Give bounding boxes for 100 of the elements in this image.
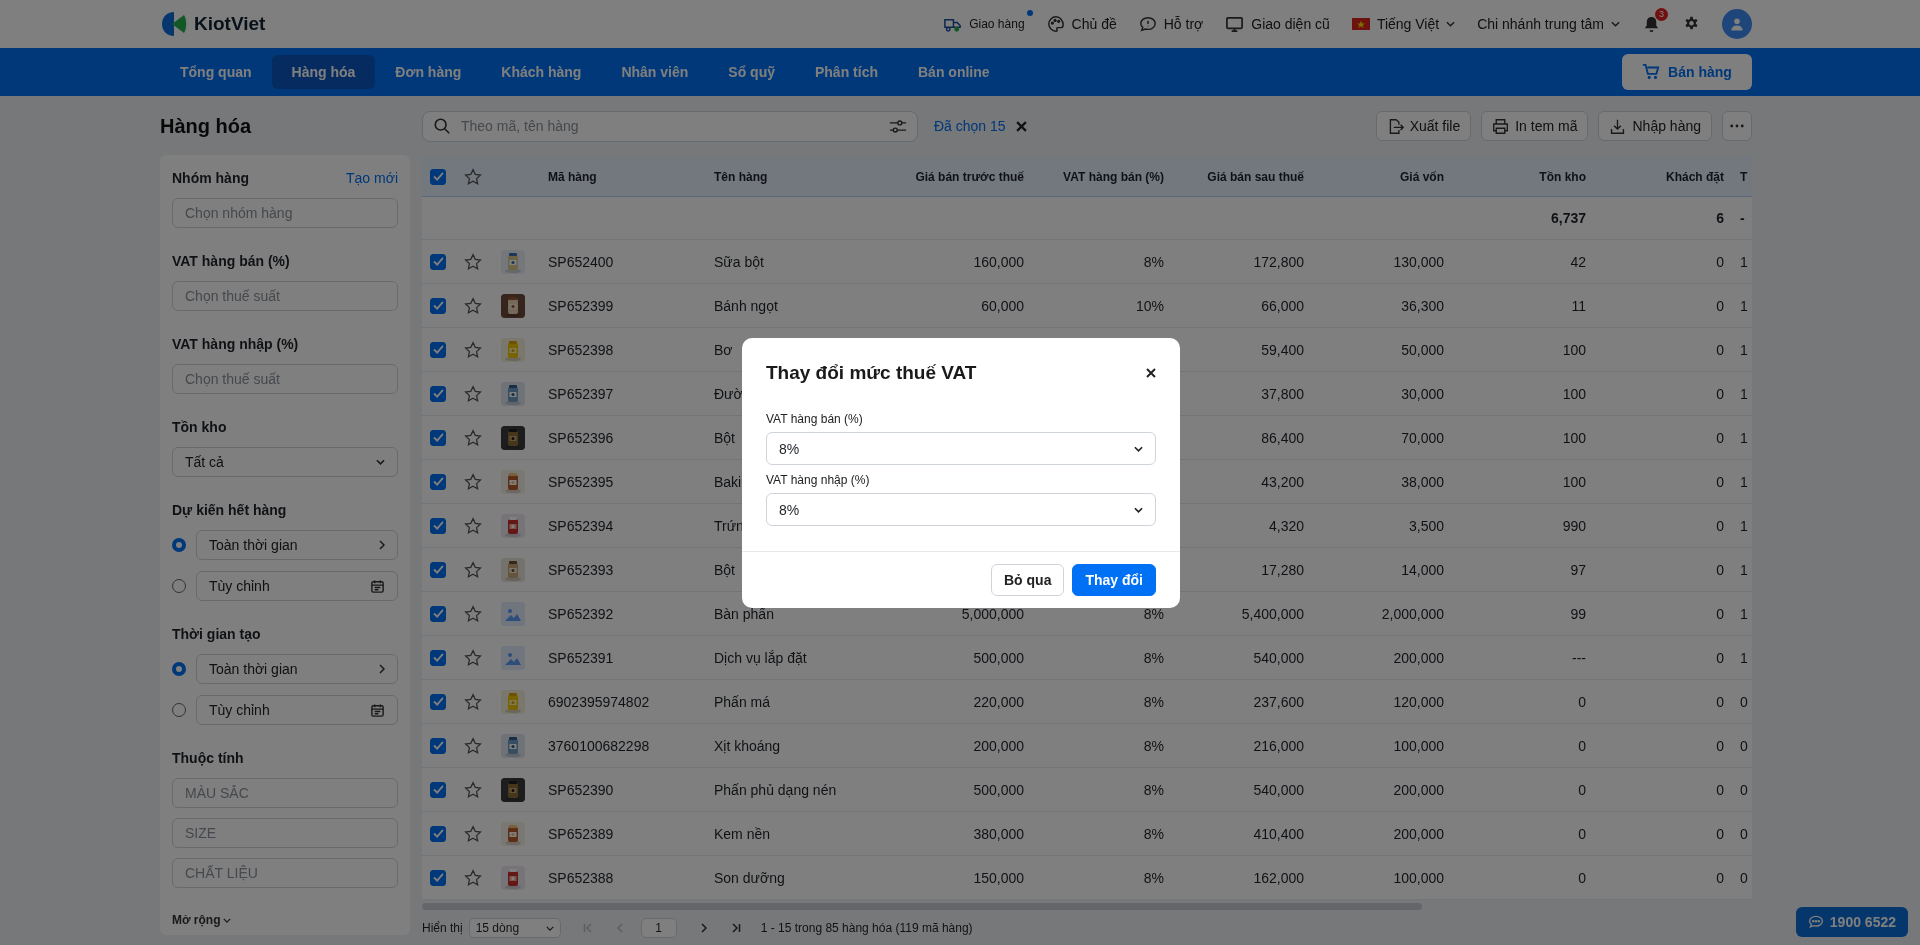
product-code: SP652388 <box>548 869 614 886</box>
search-input[interactable]: Theo mã, tên hàng <box>459 117 881 135</box>
star-icon[interactable] <box>464 692 482 711</box>
download-icon <box>1609 117 1627 135</box>
row-checkbox[interactable] <box>430 561 446 578</box>
nav-tab[interactable]: Đơn hàng <box>375 55 482 89</box>
star-icon[interactable] <box>464 780 482 799</box>
attribute-field[interactable]: SIZE <box>172 818 398 848</box>
dropdown[interactable]: Tất cả <box>172 447 398 477</box>
column-header[interactable]: Tồn kho <box>1450 169 1592 184</box>
column-header[interactable]: Tên hàng <box>705 169 870 184</box>
column-header[interactable]: Mã hàng <box>536 169 705 184</box>
radio-button[interactable] <box>172 579 186 593</box>
toolbar-button[interactable]: In tem mã <box>1481 111 1589 141</box>
cancel-button[interactable]: Bỏ qua <box>991 564 1065 596</box>
toolbar-button[interactable]: Xuất file <box>1375 111 1472 141</box>
avatar[interactable] <box>1722 9 1752 39</box>
row-checkbox[interactable] <box>430 429 446 446</box>
attribute-field[interactable]: CHẤT LIỆU <box>172 858 398 888</box>
first-page-icon[interactable] <box>582 923 593 933</box>
header-link[interactable]: Hỗ trợ <box>1138 15 1204 33</box>
table-cell: 0 <box>1740 825 1748 842</box>
sell-button[interactable]: Bán hàng <box>1622 54 1752 90</box>
header-link[interactable]: Giao hàng <box>943 14 1025 34</box>
star-icon[interactable] <box>464 648 482 667</box>
search-field[interactable]: Theo mã, tên hàng <box>422 110 918 142</box>
date-range-option[interactable]: Toàn thời gian <box>196 654 398 684</box>
star-icon[interactable] <box>464 736 482 755</box>
star-icon[interactable] <box>464 868 482 887</box>
row-checkbox[interactable] <box>430 869 446 886</box>
table-cell: 8% <box>1143 737 1164 754</box>
column-header[interactable]: Giá bán sau thuế <box>1170 169 1310 184</box>
header-link[interactable]: Giao diện cũ <box>1225 14 1330 34</box>
create-link[interactable]: Tạo mới <box>346 170 398 186</box>
date-range-option[interactable]: Toàn thời gian <box>196 530 398 560</box>
date-range-option[interactable]: Tùy chỉnh <box>196 695 398 725</box>
last-page-icon[interactable] <box>730 923 741 933</box>
nav-tab[interactable]: Sổ quỹ <box>708 55 795 89</box>
nav-tab[interactable]: Bán online <box>898 55 1010 89</box>
row-checkbox[interactable] <box>430 781 446 798</box>
row-checkbox[interactable] <box>430 253 446 270</box>
column-header[interactable]: Khách đặt <box>1592 169 1730 184</box>
select-field[interactable]: Chọn thuế suất <box>172 364 398 394</box>
row-checkbox[interactable] <box>430 517 446 534</box>
confirm-button[interactable]: Thay đổi <box>1072 564 1156 596</box>
nav-tab[interactable]: Phân tích <box>795 55 898 89</box>
star-icon[interactable] <box>464 340 482 359</box>
column-header[interactable]: VAT hàng bán (%) <box>1030 169 1170 184</box>
close-icon[interactable] <box>1146 368 1156 378</box>
attribute-field[interactable]: MÀU SẮC <box>172 778 398 808</box>
nav-tab[interactable]: Tổng quan <box>160 55 272 89</box>
expand-link[interactable]: Mở rộng <box>172 913 231 927</box>
star-icon[interactable] <box>464 604 482 623</box>
page-number-field[interactable]: 1 <box>640 918 677 938</box>
star-icon[interactable] <box>464 560 482 579</box>
row-checkbox[interactable] <box>430 825 446 842</box>
row-checkbox[interactable] <box>430 737 446 754</box>
row-checkbox[interactable] <box>430 649 446 666</box>
select-all-checkbox[interactable] <box>430 168 446 185</box>
star-icon[interactable] <box>464 824 482 843</box>
previous-page-icon[interactable] <box>614 923 625 933</box>
star-icon[interactable] <box>464 252 482 271</box>
select-field[interactable]: Chọn nhóm hàng <box>172 198 398 228</box>
nav-tab[interactable]: Khách hàng <box>481 55 602 89</box>
more-button[interactable] <box>1722 111 1752 141</box>
star-icon[interactable] <box>464 472 482 491</box>
star-icon[interactable] <box>464 516 482 535</box>
radio-button[interactable] <box>172 662 186 676</box>
radio-button[interactable] <box>172 538 186 552</box>
select-field[interactable]: 8% <box>766 493 1156 526</box>
nav-tab[interactable]: Hàng hóa <box>271 55 376 89</box>
row-checkbox[interactable] <box>430 693 446 710</box>
row-checkbox[interactable] <box>430 341 446 358</box>
select-field[interactable]: Chọn thuế suất <box>172 281 398 311</box>
row-checkbox[interactable] <box>430 473 446 490</box>
row-checkbox[interactable] <box>430 605 446 622</box>
next-page-icon[interactable] <box>698 923 709 933</box>
page-size-dropdown[interactable]: 15 dòng <box>468 918 561 938</box>
star-icon[interactable] <box>464 296 482 315</box>
star-icon[interactable] <box>464 428 482 447</box>
radio-button[interactable] <box>172 703 186 717</box>
table-cell: 1 <box>1740 341 1748 358</box>
star-icon[interactable] <box>464 167 482 186</box>
column-header[interactable]: Giá vốn <box>1310 169 1450 184</box>
hotline-button[interactable]: 1900 6522 <box>1795 907 1908 937</box>
header-link[interactable]: Chủ đề <box>1046 15 1117 33</box>
column-header[interactable]: Giá bán trước thuế <box>870 169 1030 184</box>
row-checkbox[interactable] <box>430 297 446 314</box>
toolbar-button[interactable]: Nhập hàng <box>1598 111 1712 141</box>
language-selector[interactable]: Tiếng Việt <box>1351 16 1456 32</box>
branch-selector[interactable]: Chi nhánh trung tâm <box>1477 16 1620 32</box>
vietnam-flag-icon <box>1351 18 1370 30</box>
nav-tab[interactable]: Nhân viên <box>601 55 709 89</box>
date-range-option[interactable]: Tùy chỉnh <box>196 571 398 601</box>
selection-count-link[interactable]: Đã chọn 15 <box>934 118 1006 134</box>
row-checkbox[interactable] <box>430 385 446 402</box>
star-icon[interactable] <box>464 384 482 403</box>
notification-button[interactable] <box>1642 14 1661 34</box>
select-field[interactable]: 8% <box>766 432 1156 465</box>
column-header[interactable]: T <box>1730 169 1752 184</box>
